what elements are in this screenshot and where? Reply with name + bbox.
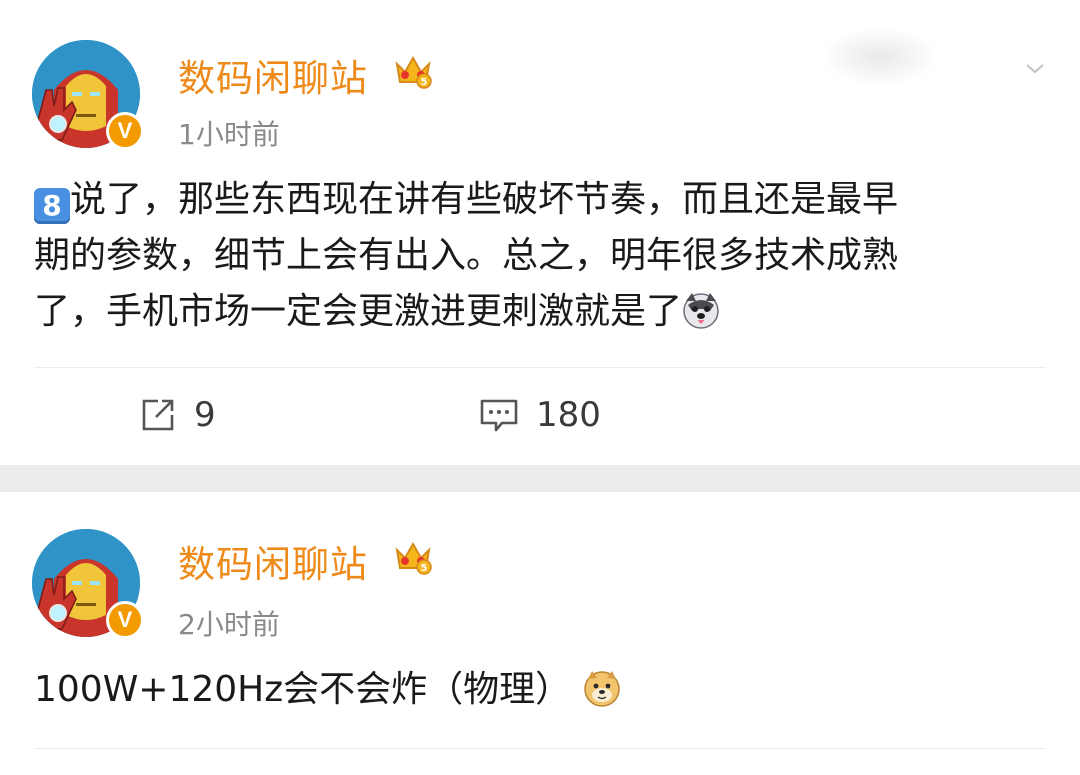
content-line: 100W+120Hz会不会炸（物理） [34,662,1046,718]
content-text: 了，手机市场一定会更激进更刺激就是了 [34,291,683,332]
post-timestamp: 1小时前 [178,118,280,151]
content-line: 了，手机市场一定会更激进更刺激就是了 [34,284,1046,340]
comment-count: 180 [536,395,601,435]
content-line: 期的参数，细节上会有出入。总之，明年很多技术成熟 [34,235,899,276]
doge-emoji-icon [583,671,620,707]
crown-icon: 5 [395,541,432,575]
post-content: 8 说了，那些东西现在讲有些破坏节奏，而且还是最早 期的参数，细节上会有出入。总之… [34,172,1046,340]
username[interactable]: 数码闲聊站 [178,48,368,102]
feed-separator [0,465,1080,492]
divider [34,367,1046,368]
content-text: 100W+120Hz会不会炸（物理） [34,669,572,710]
crown-icon: 5 [395,55,432,89]
weibo-post: V 数码闲聊站 5 2小时前 100W+120Hz会不会炸（物理） [0,492,1080,775]
repost-icon [142,399,174,431]
husky-emoji-icon [683,293,719,329]
svg-text:5: 5 [421,77,428,88]
post-content: 100W+120Hz会不会炸（物理） [34,662,1046,718]
avatar[interactable]: V [32,40,144,150]
weibo-post: V 数码闲聊站 5 1小时前 8 说了，那些东西现在讲有些破坏节奏，而且还是最早 … [0,0,1080,465]
keycap-eight-icon: 8 [34,188,70,224]
username[interactable]: 数码闲聊站 [178,534,368,588]
comment-button[interactable]: 180 [478,395,601,435]
verified-badge-icon: V [106,601,144,639]
repost-button[interactable]: 9 [138,395,216,435]
verified-badge-icon: V [106,112,144,150]
content-line: 8 说了，那些东西现在讲有些破坏节奏，而且还是最早 [34,172,1046,228]
avatar[interactable]: V [32,529,144,639]
chevron-down-icon[interactable] [1024,60,1046,76]
repost-count: 9 [194,395,216,435]
post-timestamp: 2小时前 [178,608,280,641]
comment-icon [480,399,518,432]
svg-text:5: 5 [421,563,428,574]
watermark [820,27,940,87]
divider [34,748,1046,749]
content-text: 说了，那些东西现在讲有些破坏节奏，而且还是最早 [70,179,899,220]
